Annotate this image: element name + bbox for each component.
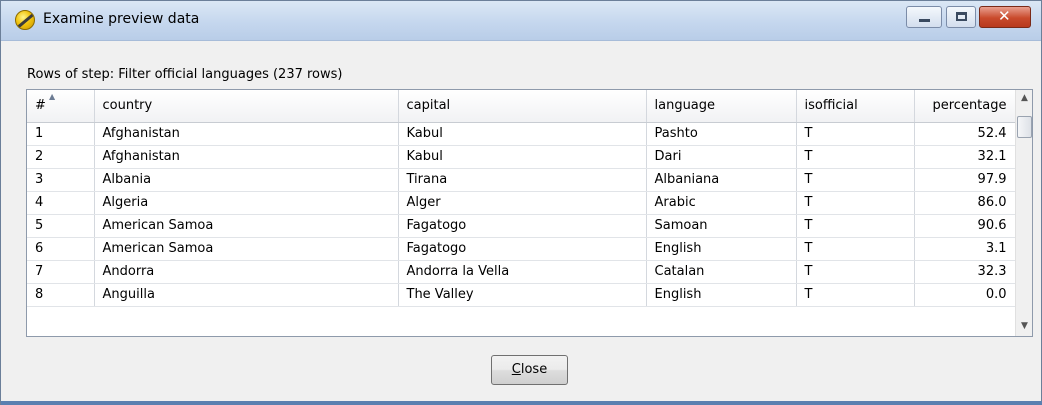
table-row[interactable]: 2 Afghanistan Kabul Dari T 32.1 — [27, 145, 1016, 169]
cell-language[interactable]: Albaniana — [646, 168, 797, 192]
cell-isofficial[interactable]: T — [796, 191, 915, 215]
cell-language[interactable]: Dari — [646, 145, 797, 169]
cell-isofficial[interactable]: T — [796, 122, 915, 146]
cell-language[interactable]: Arabic — [646, 191, 797, 215]
cell-index[interactable]: 4 — [27, 191, 95, 215]
cell-percentage[interactable]: 3.1 — [914, 237, 1016, 261]
column-header-language[interactable]: language — [646, 90, 797, 123]
cell-index[interactable]: 8 — [27, 283, 95, 307]
maximize-button[interactable] — [946, 6, 976, 28]
cell-capital[interactable]: Fagatogo — [398, 237, 647, 261]
cell-index[interactable]: 6 — [27, 237, 95, 261]
minimize-button[interactable] — [906, 6, 942, 28]
cell-percentage[interactable]: 32.1 — [914, 145, 1016, 169]
cell-isofficial[interactable]: T — [796, 145, 915, 169]
window-bottom-border — [1, 401, 1042, 405]
cell-country[interactable]: American Samoa — [94, 214, 399, 238]
table-row[interactable]: 1 Afghanistan Kabul Pashto T 52.4 — [27, 122, 1016, 146]
table-row[interactable]: 7 Andorra Andorra la Vella Catalan T 32.3 — [27, 260, 1016, 284]
table-row[interactable]: 3 Albania Tirana Albaniana T 97.9 — [27, 168, 1016, 192]
cell-capital[interactable]: Tirana — [398, 168, 647, 192]
cell-isofficial[interactable]: T — [796, 283, 915, 307]
close-button[interactable]: Close — [491, 355, 568, 385]
app-logo-icon — [15, 10, 35, 30]
close-icon: ✕ — [998, 7, 1011, 25]
cell-language[interactable]: Samoan — [646, 214, 797, 238]
cell-isofficial[interactable]: T — [796, 214, 915, 238]
cell-isofficial[interactable]: T — [796, 237, 915, 261]
cell-capital[interactable]: Alger — [398, 191, 647, 215]
cell-percentage[interactable]: 90.6 — [914, 214, 1016, 238]
column-header-capital[interactable]: capital — [398, 90, 647, 123]
cell-percentage[interactable]: 97.9 — [914, 168, 1016, 192]
preview-data-grid[interactable]: # ▲ country capital language isofficial … — [26, 89, 1033, 337]
cell-language[interactable]: Pashto — [646, 122, 797, 146]
cell-percentage[interactable]: 52.4 — [914, 122, 1016, 146]
cell-language[interactable]: English — [646, 237, 797, 261]
preview-table: # ▲ country capital language isofficial … — [27, 90, 1016, 307]
table-row[interactable]: 4 Algeria Alger Arabic T 86.0 — [27, 191, 1016, 215]
cell-capital[interactable]: Kabul — [398, 122, 647, 146]
cell-isofficial[interactable]: T — [796, 260, 915, 284]
cell-language[interactable]: English — [646, 283, 797, 307]
cell-percentage[interactable]: 86.0 — [914, 191, 1016, 215]
cell-capital[interactable]: The Valley — [398, 283, 647, 307]
cell-country[interactable]: Afghanistan — [94, 122, 399, 146]
column-header-isofficial[interactable]: isofficial — [796, 90, 915, 123]
table-row[interactable]: 8 Anguilla The Valley English T 0.0 — [27, 283, 1016, 307]
cell-percentage[interactable]: 0.0 — [914, 283, 1016, 307]
cell-country[interactable]: Anguilla — [94, 283, 399, 307]
cell-country[interactable]: Algeria — [94, 191, 399, 215]
cell-isofficial[interactable]: T — [796, 168, 915, 192]
cell-country[interactable]: American Samoa — [94, 237, 399, 261]
cell-capital[interactable]: Kabul — [398, 145, 647, 169]
scrollbar-thumb[interactable] — [1017, 116, 1032, 138]
cell-index[interactable]: 7 — [27, 260, 95, 284]
cell-capital[interactable]: Fagatogo — [398, 214, 647, 238]
cell-capital[interactable]: Andorra la Vella — [398, 260, 647, 284]
title-bar[interactable]: Examine preview data ✕ — [1, 1, 1041, 41]
cell-index[interactable]: 3 — [27, 168, 95, 192]
cell-index[interactable]: 2 — [27, 145, 95, 169]
minimize-icon — [919, 19, 930, 22]
maximize-icon — [956, 12, 967, 21]
cell-language[interactable]: Catalan — [646, 260, 797, 284]
cell-country[interactable]: Albania — [94, 168, 399, 192]
cell-percentage[interactable]: 32.3 — [914, 260, 1016, 284]
rows-of-step-label: Rows of step: Filter official languages … — [27, 67, 343, 82]
table-header-row: # ▲ country capital language isofficial … — [27, 90, 1016, 123]
cell-index[interactable]: 5 — [27, 214, 95, 238]
table-row[interactable]: 6 American Samoa Fagatogo English T 3.1 — [27, 237, 1016, 261]
vertical-scrollbar[interactable]: ▲ ▼ — [1015, 90, 1032, 336]
table-row[interactable]: 5 American Samoa Fagatogo Samoan T 90.6 — [27, 214, 1016, 238]
scroll-down-icon[interactable]: ▼ — [1016, 318, 1033, 335]
close-window-button[interactable]: ✕ — [979, 6, 1031, 28]
column-header-percentage[interactable]: percentage — [914, 90, 1016, 123]
column-header-index[interactable]: # ▲ — [27, 90, 95, 123]
cell-country[interactable]: Afghanistan — [94, 145, 399, 169]
dialog-window: Examine preview data ✕ Rows of step: Fil… — [0, 0, 1042, 405]
window-title: Examine preview data — [43, 11, 200, 27]
column-header-country[interactable]: country — [94, 90, 399, 123]
cell-country[interactable]: Andorra — [94, 260, 399, 284]
cell-index[interactable]: 1 — [27, 122, 95, 146]
sort-ascending-icon: ▲ — [49, 92, 56, 101]
scroll-up-icon[interactable]: ▲ — [1016, 90, 1033, 107]
